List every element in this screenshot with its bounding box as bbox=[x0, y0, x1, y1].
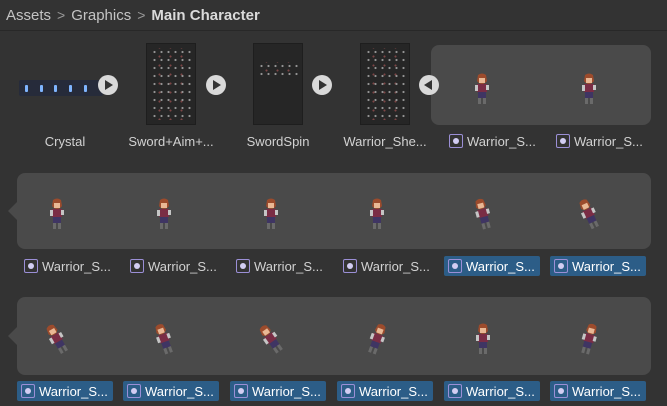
collapse-icon[interactable] bbox=[419, 75, 439, 95]
sprite-label-selected[interactable]: Warrior_S... bbox=[550, 256, 646, 276]
sprite-sheet-expanded-band bbox=[17, 297, 651, 375]
sprite-icon bbox=[556, 134, 570, 148]
sprite-label[interactable]: Warrior_S... bbox=[339, 256, 435, 276]
crystal-texture-thumbnail[interactable] bbox=[19, 80, 103, 96]
sprite-icon bbox=[130, 259, 144, 273]
sprite-icon bbox=[236, 259, 250, 273]
sprite-label-text: Warrior_S... bbox=[466, 383, 535, 399]
sprite-icon bbox=[448, 384, 462, 398]
play-icon[interactable] bbox=[206, 75, 226, 95]
sprite-icon bbox=[24, 259, 38, 273]
sprite-sheet-expanded-band bbox=[431, 45, 651, 125]
sprite-label-selected[interactable]: Warrior_S... bbox=[123, 381, 219, 401]
asset-label-warrior-sheet: Warrior_She... bbox=[343, 133, 427, 149]
sprite-label[interactable]: Warrior_S... bbox=[552, 131, 648, 151]
sprite-label[interactable]: Warrior_S... bbox=[126, 256, 222, 276]
warrior-sprite-thumbnail[interactable] bbox=[44, 194, 70, 234]
sprite-label-text: Warrior_S... bbox=[148, 258, 217, 274]
sprite-icon bbox=[127, 384, 141, 398]
asset-label-sword-aim: Sword+Aim+... bbox=[128, 133, 214, 149]
sprite-icon bbox=[448, 259, 462, 273]
sprite-icon bbox=[554, 384, 568, 398]
play-icon[interactable] bbox=[312, 75, 332, 95]
band-continuation-arrow bbox=[8, 327, 17, 345]
sprite-label-text: Warrior_S... bbox=[359, 383, 428, 399]
swordspin-texture-thumbnail[interactable] bbox=[253, 43, 303, 125]
sprite-icon bbox=[554, 259, 568, 273]
sprite-label-text: Warrior_S... bbox=[254, 258, 323, 274]
sprite-label[interactable]: Warrior_S... bbox=[20, 256, 116, 276]
sprite-label-text: Warrior_S... bbox=[467, 133, 536, 149]
band-continuation-arrow bbox=[8, 202, 17, 220]
sprite-label-selected[interactable]: Warrior_S... bbox=[17, 381, 113, 401]
sprite-label-text: Warrior_S... bbox=[145, 383, 214, 399]
sprite-icon bbox=[21, 384, 35, 398]
breadcrumb-item-graphics[interactable]: Graphics bbox=[71, 7, 131, 24]
sprite-label-text: Warrior_S... bbox=[572, 258, 641, 274]
breadcrumb-item-assets[interactable]: Assets bbox=[6, 7, 51, 24]
sprite-label-text: Warrior_S... bbox=[572, 383, 641, 399]
warrior-sprite-thumbnail[interactable] bbox=[258, 194, 284, 234]
sprite-label-text: Warrior_S... bbox=[252, 383, 321, 399]
sprite-label-selected[interactable]: Warrior_S... bbox=[230, 381, 326, 401]
sprite-label-selected[interactable]: Warrior_S... bbox=[444, 381, 540, 401]
sprite-label-text: Warrior_S... bbox=[361, 258, 430, 274]
sprite-label-selected[interactable]: Warrior_S... bbox=[550, 381, 646, 401]
sprite-label-selected[interactable]: Warrior_S... bbox=[444, 256, 540, 276]
sprite-label-text: Warrior_S... bbox=[42, 258, 111, 274]
warrior-sprite-thumbnail[interactable] bbox=[576, 69, 602, 109]
sprite-label[interactable]: Warrior_S... bbox=[445, 131, 541, 151]
sprite-icon bbox=[341, 384, 355, 398]
warrior-sprite-thumbnail[interactable] bbox=[469, 69, 495, 109]
sprite-label[interactable]: Warrior_S... bbox=[232, 256, 328, 276]
sprite-icon bbox=[343, 259, 357, 273]
sprite-label-text: Warrior_S... bbox=[466, 258, 535, 274]
play-icon[interactable] bbox=[98, 75, 118, 95]
breadcrumb-separator: > bbox=[137, 7, 146, 23]
warrior-sprite-thumbnail[interactable] bbox=[364, 194, 390, 234]
sprite-icon bbox=[449, 134, 463, 148]
warrior-sprite-thumbnail[interactable] bbox=[151, 194, 177, 234]
breadcrumb-current: Main Character bbox=[151, 6, 260, 24]
warrior-sheet-texture-thumbnail[interactable] bbox=[360, 43, 410, 125]
sword-aim-texture-thumbnail[interactable] bbox=[146, 43, 196, 125]
warrior-sprite-thumbnail[interactable] bbox=[470, 319, 496, 359]
sprite-label-text: Warrior_S... bbox=[39, 383, 108, 399]
sprite-label-text: Warrior_S... bbox=[574, 133, 643, 149]
asset-label-crystal: Crystal bbox=[44, 133, 86, 149]
asset-label-swordspin: SwordSpin bbox=[246, 133, 310, 149]
sprite-icon bbox=[234, 384, 248, 398]
asset-grid: Crystal Sword+Aim+... SwordSpin Warrior_… bbox=[0, 30, 667, 406]
sprite-sheet-expanded-band bbox=[17, 173, 651, 249]
sprite-label-selected[interactable]: Warrior_S... bbox=[337, 381, 433, 401]
breadcrumb: Assets > Graphics > Main Character bbox=[0, 0, 667, 30]
breadcrumb-separator: > bbox=[57, 7, 66, 23]
